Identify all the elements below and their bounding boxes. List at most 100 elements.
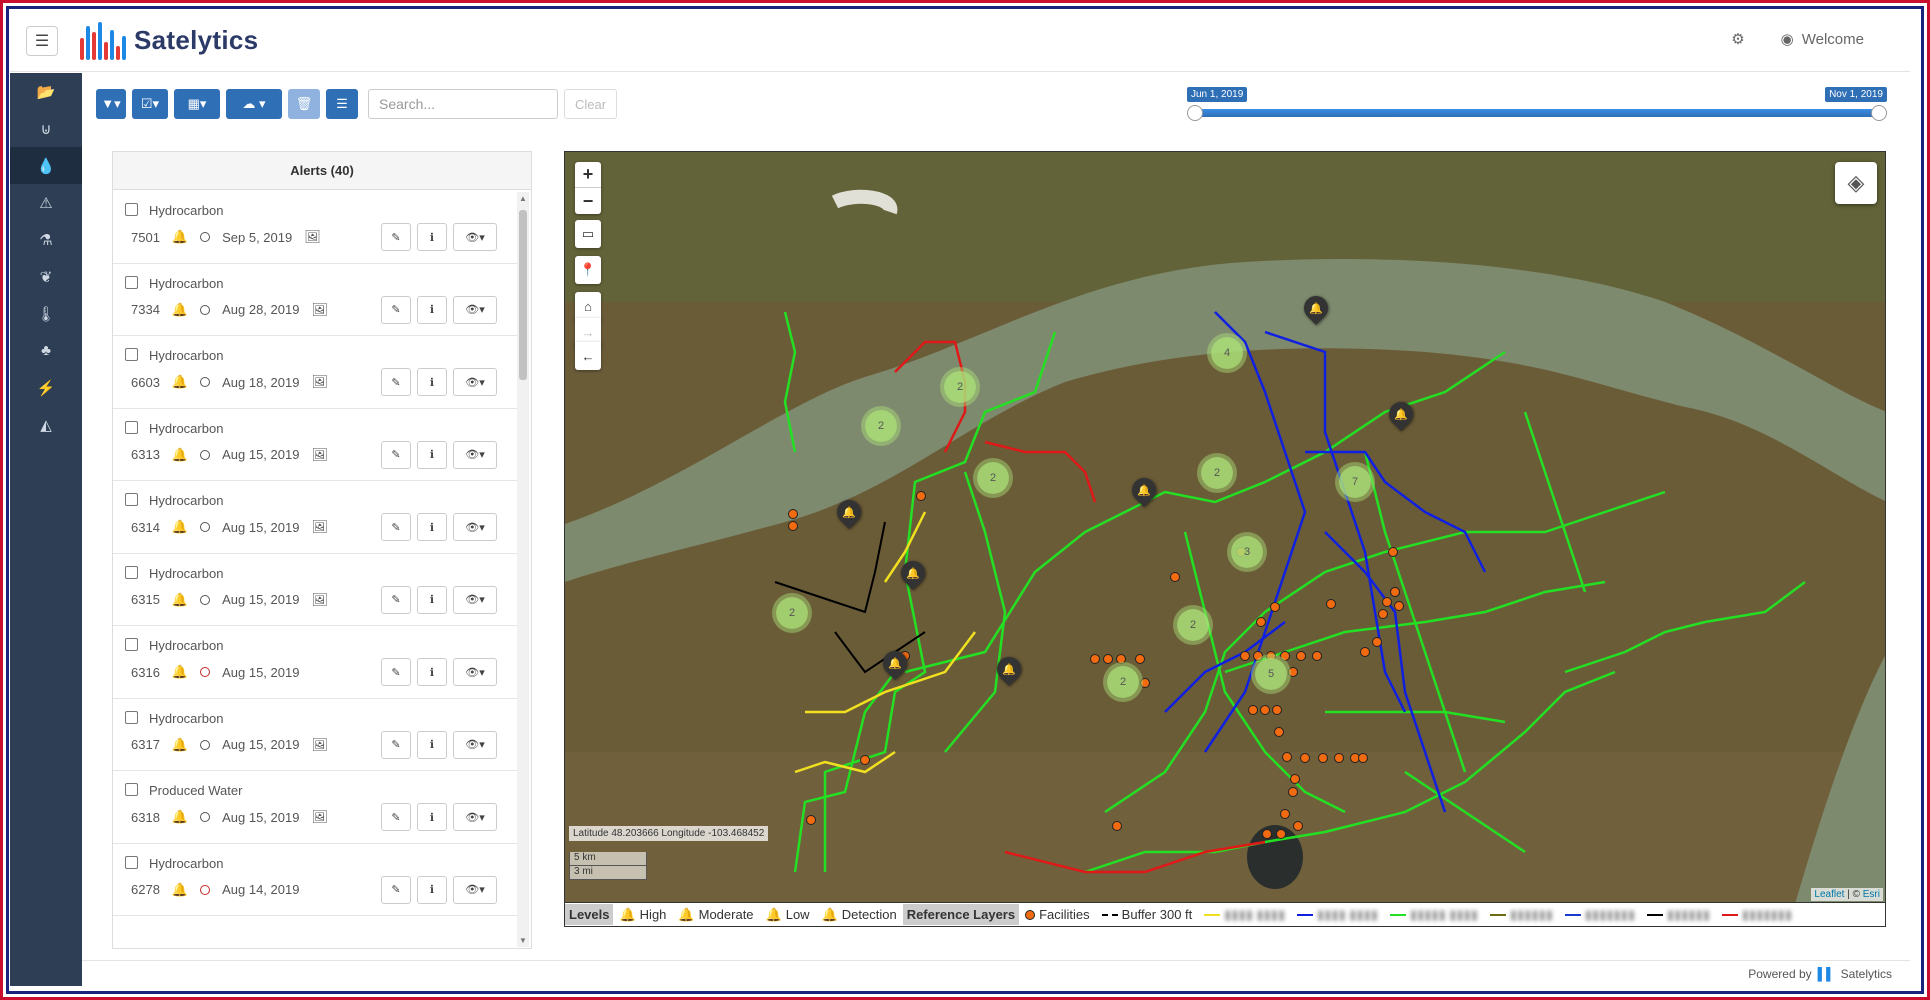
- info-button[interactable]: ℹ: [417, 223, 447, 251]
- slider-end-handle[interactable]: [1871, 105, 1887, 121]
- clear-button[interactable]: Clear: [564, 89, 618, 119]
- locate-button[interactable]: 📍: [575, 256, 601, 284]
- cluster-marker[interactable]: 2: [977, 462, 1009, 494]
- view-dropdown-button[interactable]: 👁▾: [453, 658, 497, 686]
- view-dropdown-button[interactable]: 👁▾: [453, 295, 497, 324]
- view-dropdown-button[interactable]: 👁▾: [453, 585, 497, 614]
- alert-checkbox[interactable]: [125, 420, 138, 434]
- legend-high[interactable]: 🔔 High: [619, 907, 666, 923]
- measure-button[interactable]: ▭: [575, 220, 601, 248]
- edit-button[interactable]: ✎: [381, 368, 411, 396]
- legend-layer-black[interactable]: ▮▮▮▮▮▮: [1646, 907, 1710, 923]
- sidebar-item-warning[interactable]: ⚠: [10, 184, 82, 221]
- cluster-marker[interactable]: 4: [1211, 337, 1243, 369]
- sidebar-item-bolt[interactable]: ⚡: [10, 369, 82, 406]
- map-view-button[interactable]: ▦▾: [174, 89, 220, 119]
- zoom-out-button[interactable]: −: [575, 188, 601, 214]
- edit-button[interactable]: ✎: [381, 440, 411, 469]
- image-icon[interactable]: 🖼: [311, 737, 328, 753]
- cluster-marker[interactable]: 5: [1255, 658, 1287, 690]
- back-extent-button[interactable]: ←: [575, 342, 601, 370]
- edit-button[interactable]: ✎: [381, 513, 411, 541]
- cluster-marker[interactable]: 2: [865, 410, 897, 442]
- scroll-thumb[interactable]: [519, 210, 527, 380]
- edit-button[interactable]: ✎: [381, 295, 411, 324]
- alert-list-item[interactable]: Hydrocarbon 6315 🔔 Aug 15, 2019 🖼 ✎ ℹ 👁▾: [113, 554, 517, 626]
- edit-button[interactable]: ✎: [381, 585, 411, 614]
- alert-checkbox[interactable]: [125, 493, 138, 506]
- alert-list-item[interactable]: Hydrocarbon 6314 🔔 Aug 15, 2019 🖼 ✎ ℹ 👁▾: [113, 481, 517, 554]
- legend-layer-yellow[interactable]: ▮▮▮▮ ▮▮▮▮: [1204, 907, 1285, 923]
- list-view-button[interactable]: ☰: [326, 89, 358, 119]
- legend-layer-blue[interactable]: ▮▮▮▮ ▮▮▮▮: [1297, 907, 1378, 923]
- zoom-in-button[interactable]: +: [575, 162, 601, 188]
- alerts-scrollbar[interactable]: ▲ ▼: [517, 192, 529, 947]
- view-dropdown-button[interactable]: 👁▾: [453, 730, 497, 759]
- home-extent-button[interactable]: ⌂: [575, 292, 601, 320]
- layers-control-button[interactable]: ◈: [1835, 162, 1877, 204]
- cluster-marker[interactable]: 3: [1231, 536, 1263, 568]
- cluster-marker[interactable]: 2: [1177, 609, 1209, 641]
- info-button[interactable]: ℹ: [417, 295, 447, 324]
- legend-layer-navy[interactable]: ▮▮▮▮▮▮▮: [1564, 907, 1635, 923]
- check-select-button[interactable]: ☑▾: [132, 89, 168, 119]
- alert-list-item[interactable]: Hydrocarbon 7501 🔔 Sep 5, 2019 🖼 ✎ ℹ 👁▾: [113, 191, 517, 264]
- edit-button[interactable]: ✎: [381, 223, 411, 251]
- alert-list-item[interactable]: Produced Water 6318 🔔 Aug 15, 2019 🖼 ✎ ℹ 👁▾: [113, 771, 517, 844]
- cluster-marker[interactable]: 2: [776, 597, 808, 629]
- brand-logo[interactable]: Satelytics: [80, 20, 258, 60]
- info-button[interactable]: ℹ: [417, 513, 447, 541]
- alert-list-item[interactable]: Hydrocarbon 6278 🔔 Aug 14, 2019 ✎ ℹ 👁▾: [113, 844, 517, 916]
- slider-start-handle[interactable]: [1187, 105, 1203, 121]
- cloud-download-button[interactable]: ☁ ▾: [226, 89, 282, 119]
- sidebar-item-tree[interactable]: ♣: [10, 332, 82, 369]
- user-menu[interactable]: ◉ Welcome: [1781, 30, 1864, 49]
- image-icon[interactable]: 🖼: [311, 519, 328, 535]
- alert-checkbox[interactable]: [125, 275, 138, 289]
- search-input[interactable]: Search...: [368, 89, 558, 119]
- alert-list-item[interactable]: Hydrocarbon 6316 🔔 Aug 15, 2019 ✎ ℹ 👁▾: [113, 626, 517, 699]
- sidebar-item-thermometer[interactable]: 🌡: [10, 295, 82, 332]
- sidebar-item-area-chart[interactable]: ◭: [10, 406, 82, 443]
- delete-button[interactable]: 🗑: [288, 89, 320, 119]
- menu-toggle-button[interactable]: ☰: [26, 26, 58, 56]
- alert-list-item[interactable]: Hydrocarbon 6317 🔔 Aug 15, 2019 🖼 ✎ ℹ 👁▾: [113, 699, 517, 771]
- legend-low[interactable]: 🔔 Low: [766, 907, 810, 923]
- image-icon[interactable]: 🖼: [304, 229, 321, 245]
- cluster-marker[interactable]: 2: [944, 371, 976, 403]
- alert-list-item[interactable]: Hydrocarbon 6603 🔔 Aug 18, 2019 🖼 ✎ ℹ 👁▾: [113, 336, 517, 409]
- scroll-down-icon[interactable]: ▼: [519, 936, 527, 945]
- image-icon[interactable]: 🖼: [311, 447, 328, 463]
- legend-facilities[interactable]: Facilities: [1025, 907, 1090, 922]
- info-button[interactable]: ℹ: [417, 440, 447, 469]
- cluster-marker[interactable]: 2: [1201, 457, 1233, 489]
- view-dropdown-button[interactable]: 👁▾: [453, 803, 497, 831]
- settings-icon[interactable]: ⚙: [1731, 30, 1744, 48]
- sidebar-item-folder-open[interactable]: 📂: [10, 73, 82, 110]
- view-dropdown-button[interactable]: 👁▾: [453, 875, 497, 904]
- alert-list-item[interactable]: Hydrocarbon 7334 🔔 Aug 28, 2019 🖼 ✎ ℹ 👁▾: [113, 264, 517, 336]
- alert-checkbox[interactable]: [125, 710, 138, 724]
- cluster-marker[interactable]: 2: [1107, 666, 1139, 698]
- legend-layer-red[interactable]: ▮▮▮▮▮▮▮: [1721, 907, 1792, 923]
- leaflet-link[interactable]: Leaflet: [1814, 889, 1844, 900]
- alert-checkbox[interactable]: [125, 855, 138, 869]
- view-dropdown-button[interactable]: 👁▾: [453, 513, 497, 541]
- legend-buffer[interactable]: Buffer 300 ft: [1101, 907, 1192, 922]
- esri-link[interactable]: Esri: [1863, 889, 1880, 900]
- edit-button[interactable]: ✎: [381, 658, 411, 686]
- slider-track[interactable]: [1195, 109, 1879, 117]
- image-icon[interactable]: 🖼: [311, 374, 328, 390]
- map-view[interactable]: 2 2 2 4 2 7 3 2 2 2 5 🔔 🔔 🔔 🔔 🔔 🔔 🔔 + − ▭ 📍 ⌂ → ← ◈ Lati…: [564, 151, 1886, 903]
- edit-button[interactable]: ✎: [381, 803, 411, 831]
- view-dropdown-button[interactable]: 👁▾: [453, 368, 497, 396]
- info-button[interactable]: ℹ: [417, 585, 447, 614]
- info-button[interactable]: ℹ: [417, 368, 447, 396]
- edit-button[interactable]: ✎: [381, 875, 411, 904]
- view-dropdown-button[interactable]: 👁▾: [453, 440, 497, 469]
- alert-checkbox[interactable]: [125, 348, 138, 361]
- legend-layer-olive[interactable]: ▮▮▮▮▮▮: [1489, 907, 1553, 923]
- edit-button[interactable]: ✎: [381, 730, 411, 759]
- info-button[interactable]: ℹ: [417, 803, 447, 831]
- info-button[interactable]: ℹ: [417, 658, 447, 686]
